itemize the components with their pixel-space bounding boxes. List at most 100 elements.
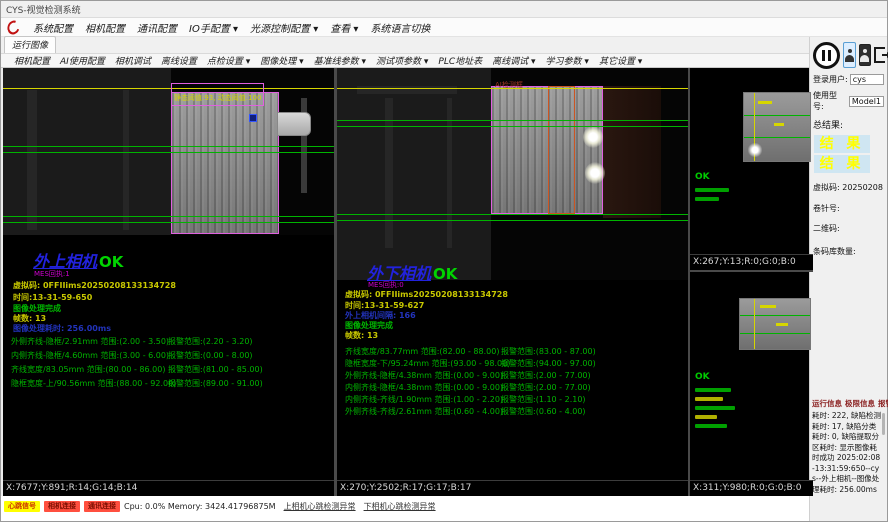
overlay-label-mark [758, 101, 772, 104]
measurement-row: 外侧齐线-隐框/4.38mm 范围:(0.00 - 9.00) 报警范围:(2.… [337, 370, 688, 382]
tool-other-settings[interactable]: 其它设置 ▾ [594, 54, 647, 67]
spacer [810, 257, 887, 398]
measurement-row: 隐框宽度-上/90.56mm 范围:(88.00 - 92.00) 报警范围:(… [3, 378, 334, 392]
model-input[interactable]: Model1 [849, 96, 884, 107]
tool-plc-address-table[interactable]: PLC地址表 [433, 54, 487, 67]
fixture-band [603, 86, 661, 218]
scene-edge [27, 90, 37, 230]
tool-offline-debug[interactable]: 离线调试 ▾ [487, 54, 540, 67]
tool-camera-config[interactable]: 相机配置 [9, 54, 55, 67]
status-text-row [695, 197, 719, 201]
camera-view-small-top[interactable]: OK X:267;Y:13;R:0;G:0;B:0 [690, 68, 813, 270]
scene-edge [123, 90, 129, 230]
heartbeat-badge: 心跳信号 [4, 501, 40, 512]
menu-camera-config[interactable]: 相机配置 [79, 19, 131, 36]
camera-image-lower-outer[interactable]: AI检测框 [337, 68, 688, 280]
app-window: CYS-视觉检测系统 系统配置 相机配置 通讯配置 IO手配置 ▾ 光源控制配置… [0, 0, 888, 522]
mes-receipt: MES回执:1 [34, 269, 70, 279]
overlay-green-line [337, 120, 688, 121]
measurement-row: 外侧齐线-隐框/2.91mm 范围:(2.00 - 3.50) 报警范围:(2.… [3, 336, 334, 350]
exit-button[interactable] [874, 43, 886, 67]
run-log-text: 耗时: 222, 缺陷检测耗时: 17, 缺陷分类耗时: 0, 缺陷提取分区耗时… [812, 411, 885, 495]
info-tab-strip: 运行信息 极限信息 报警信息 [810, 398, 887, 410]
result-ok-badge: OK [99, 253, 123, 271]
pause-icon [813, 42, 840, 69]
process-elapsed: 图像处理耗时: 256.00ms [13, 323, 111, 334]
measurement-text: 内侧齐线-隐框/4.60mm 范围:(3.00 - 6.00) [11, 350, 169, 361]
result-ok-badge: OK [695, 372, 710, 382]
lower-camera-heartbeat-warning: 下相机心跳检测异常 [364, 501, 436, 512]
alarm-range: 报警范围:(2.00 - 77.00) [501, 382, 591, 393]
result-box-1: 结 果 [814, 135, 870, 153]
measurement-text: 隐框宽度-下/95.24mm 范围:(93.00 - 98.00) [345, 358, 510, 369]
inspected-part [491, 86, 603, 214]
upper-camera-heartbeat-warning: 上相机心跳检测异常 [284, 501, 356, 512]
pixel-coords-readout: X:270;Y:2502;R:17;G:17;B:17 [337, 480, 688, 496]
camera-view-upper-outer: 静态阈值:93, 动态阈值:100 外上相机OK MES回执:1 虚拟码: 0F… [3, 68, 334, 496]
overlay-green-line [337, 220, 688, 221]
tool-image-processing[interactable]: 图像处理 ▾ [255, 54, 308, 67]
overlay-green-line [3, 216, 334, 217]
result-box-2: 结 果 [814, 155, 870, 173]
tool-learning-params[interactable]: 学习参数 ▾ [541, 54, 594, 67]
thumbnail-image [739, 298, 811, 350]
camera-view-small-bottom[interactable]: OK X:311;Y:980;R:0;G:0;B:0 [690, 272, 813, 496]
log-scrollbar[interactable] [882, 413, 885, 435]
status-text-row [695, 406, 735, 410]
tool-baseline-params[interactable]: 基准线参数 ▾ [309, 54, 371, 67]
login-user-input[interactable]: cys [850, 74, 884, 85]
measurement-row: 外侧齐线-齐线/2.61mm 范围:(0.60 - 4.00) 报警范围:(0.… [337, 406, 688, 418]
overlay-green-line [3, 152, 334, 153]
thumbnail-image [743, 92, 811, 162]
tool-offline-settings[interactable]: 离线设置 [156, 54, 202, 67]
alarm-range: 报警范围:(81.00 - 85.00) [168, 364, 263, 375]
menu-system-config[interactable]: 系统配置 [27, 19, 79, 36]
threshold-label-box: 静态阈值:93, 动态阈值:100 [171, 83, 264, 106]
tab-limit-info[interactable]: 极限信息 [845, 398, 875, 409]
toolbar: 相机配置 AI使用配置 相机调试 离线设置 点检设置 ▾ 图像处理 ▾ 基准线参… [1, 53, 809, 68]
tool-camera-debug[interactable]: 相机调试 [110, 54, 156, 67]
overlay-label-mark [776, 323, 788, 326]
measurement-row: 齐线宽度/83.77mm 范围:(82.00 - 88.00) 报警范围:(83… [337, 346, 688, 358]
scene-shadow [337, 68, 491, 280]
overlay-green-line [3, 146, 334, 147]
login-user-button[interactable] [843, 42, 856, 68]
pixel-coords-readout: X:311;Y:980;R:0;G:0;B:0 [690, 480, 813, 496]
control-panel: 登录用户: cys 使用型号: Model1 总结果: 结 果 结 果 虚拟码:… [809, 37, 887, 521]
model-field: 使用型号: Model1 [810, 90, 887, 112]
run-log-area: 耗时: 222, 缺陷检测耗时: 17, 缺陷分类耗时: 0, 缺陷提取分区耗时… [812, 411, 885, 495]
measurement-text: 内侧齐线-齐线/1.90mm 范围:(1.00 - 2.20) [345, 394, 503, 405]
pause-button[interactable] [813, 40, 840, 70]
measurement-list: 外侧齐线-隐框/2.91mm 范围:(2.00 - 3.50) 报警范围:(2.… [3, 336, 334, 392]
pixel-coords-readout: X:267;Y:13;R:0;G:0;B:0 [690, 254, 813, 270]
alarm-range: 报警范围:(0.60 - 4.00) [501, 406, 586, 417]
tool-test-params[interactable]: 测试项参数 ▾ [371, 54, 433, 67]
cpu-memory-readout: Cpu: 0.0% Memory: 3424.41796875M [124, 502, 276, 511]
tool-spotcheck-settings[interactable]: 点检设置 ▾ [202, 54, 255, 67]
window-title: CYS-视觉检测系统 [6, 3, 81, 16]
menubar: 系统配置 相机配置 通讯配置 IO手配置 ▾ 光源控制配置 ▾ 查看 ▾ 系统语… [1, 18, 887, 37]
tool-ai-usage-config[interactable]: AI使用配置 [55, 54, 110, 67]
model-label: 使用型号: [813, 90, 847, 112]
status-text-row [695, 388, 731, 392]
menu-io-config[interactable]: IO手配置 ▾ [183, 19, 244, 36]
overlay-label-mark [760, 305, 776, 308]
virtual-barcode: 虚拟码: 0FFIIims20250208133134728 [345, 289, 508, 300]
camera-image-upper-outer[interactable]: 静态阈值:93, 动态阈值:100 [3, 68, 334, 235]
frame-count: 帧数: 13 [345, 330, 378, 341]
inspected-part [171, 92, 279, 234]
tab-run-image[interactable]: 运行图像 [4, 36, 56, 53]
virtual-barcode: 虚拟码: 0FFIIims20250208133134728 [13, 280, 176, 291]
tab-run-info[interactable]: 运行信息 [812, 398, 842, 409]
menu-light-config[interactable]: 光源控制配置 ▾ [244, 19, 324, 36]
glint [748, 143, 762, 157]
qr-code-label: 二维码: [810, 223, 887, 234]
menu-view[interactable]: 查看 ▾ [324, 19, 364, 36]
ai-box-label: AI检测框 [495, 80, 523, 90]
switch-user-button[interactable] [859, 44, 871, 66]
menu-comm-config[interactable]: 通讯配置 [131, 19, 183, 36]
tab-alarm-info[interactable]: 报警信息 [878, 398, 888, 409]
menu-language-switch[interactable]: 系统语言切换 [364, 19, 436, 36]
alarm-range: 报警范围:(94.00 - 97.00) [501, 358, 596, 369]
threshold-label: 静态阈值:93, 动态阈值:100 [174, 94, 261, 102]
